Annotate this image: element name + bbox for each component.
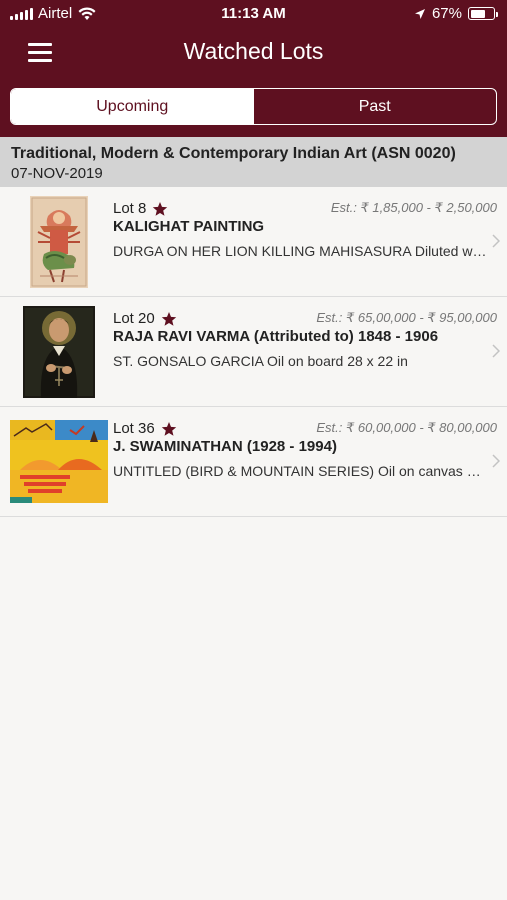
- tab-switcher: Upcoming Past: [10, 88, 497, 125]
- lot-row[interactable]: Lot 36 Est.: ₹ 60,00,000 - ₹ 80,00,000 J…: [0, 407, 507, 517]
- watched-star-icon[interactable]: [161, 311, 177, 327]
- watched-star-icon[interactable]: [152, 201, 168, 217]
- lot-estimate: Est.: ₹ 60,00,000 - ₹ 80,00,000: [316, 420, 497, 435]
- status-bar: Airtel 11:13 AM 67%: [0, 0, 507, 28]
- auction-title: Traditional, Modern & Contemporary India…: [11, 145, 456, 162]
- lot-row[interactable]: Lot 20 Est.: ₹ 65,00,000 - ₹ 95,00,000 R…: [0, 297, 507, 407]
- lot-estimate: Est.: ₹ 65,00,000 - ₹ 95,00,000: [316, 310, 497, 325]
- lot-artist: J. SWAMINATHAN (1928 - 1994): [113, 438, 337, 455]
- battery-fill: [470, 9, 486, 18]
- lot-thumbnail: [23, 306, 95, 398]
- watched-star-icon[interactable]: [161, 421, 177, 437]
- page-title: Watched Lots: [183, 38, 324, 64]
- lot-thumbnail: [10, 420, 108, 503]
- lot-artist: RAJA RAVI VARMA (Attributed to) 1848 - 1…: [113, 328, 439, 345]
- lot-artist: KALIGHAT PAINTING: [113, 218, 265, 235]
- chevron-right-icon: [492, 234, 500, 248]
- app-header: Airtel 11:13 AM 67% Watched Lots Upcomin…: [0, 0, 507, 137]
- chevron-right-icon: [492, 454, 500, 468]
- lot-thumbnail: [30, 196, 88, 288]
- lot-row[interactable]: Lot 8 Est.: ₹ 1,85,000 - ₹ 2,50,000 KALI…: [0, 187, 507, 297]
- tab-past[interactable]: Past: [254, 89, 497, 124]
- lot-description: UNTITLED (BIRD & MOUNTAIN SERIES) Oil on…: [113, 463, 487, 479]
- battery-percent: 67%: [431, 5, 462, 22]
- auction-date: 07-NOV-2019: [11, 165, 103, 182]
- lot-description: ST. GONSALO GARCIA Oil on board 28 x 22 …: [113, 353, 408, 369]
- auction-section-header: Traditional, Modern & Contemporary India…: [0, 137, 507, 187]
- lot-description: DURGA ON HER LION KILLING MAHISASURA Dil…: [113, 243, 487, 259]
- battery-icon: [468, 7, 498, 20]
- lot-number: Lot 36: [113, 420, 155, 437]
- lot-number: Lot 20: [113, 310, 155, 327]
- chevron-right-icon: [492, 344, 500, 358]
- lot-number: Lot 8: [113, 200, 147, 217]
- tab-upcoming[interactable]: Upcoming: [11, 89, 254, 124]
- location-icon: [414, 8, 425, 19]
- lot-estimate: Est.: ₹ 1,85,000 - ₹ 2,50,000: [330, 200, 497, 215]
